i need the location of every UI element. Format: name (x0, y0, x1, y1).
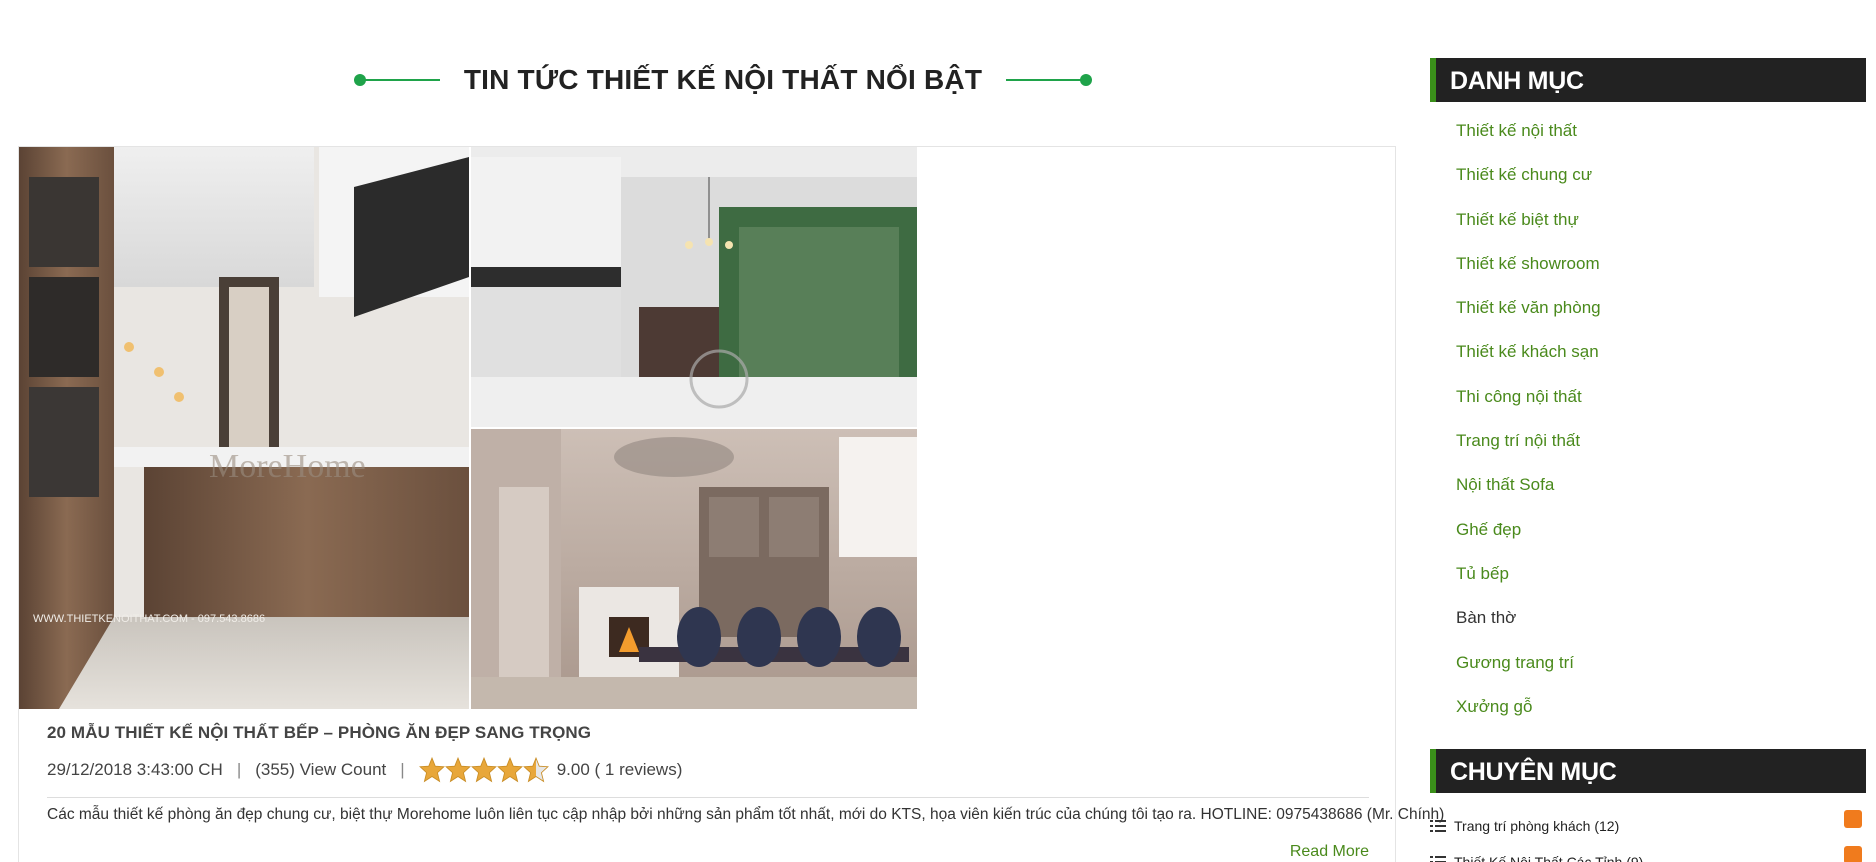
category-item: Bàn thờ (1456, 603, 1601, 647)
category-link-xuong-go[interactable]: Xưởng gỗ (1456, 697, 1532, 716)
category-link-ban-tho[interactable]: Bàn thờ (1456, 608, 1516, 627)
heading-decoration-right-icon (1006, 74, 1093, 86)
category-item: Thiết kế chung cư (1456, 160, 1601, 204)
post-thumbnail-image: MoreHome WWW.THIETKENOITHAT.COM - 097.54… (19, 147, 917, 709)
topic-item[interactable]: Trang trí phòng khách (12) (1430, 808, 1866, 844)
post-meta: 29/12/2018 3:43:00 CH | (355) View Count… (47, 757, 1369, 783)
danh-muc-title: DANH MỤC (1430, 58, 1866, 102)
category-item: Thi công nội thất (1456, 382, 1601, 426)
category-link-noi-that-sofa[interactable]: Nội thất Sofa (1456, 475, 1554, 494)
category-item: Nội thất Sofa (1456, 470, 1601, 514)
category-link-thiet-ke-biet-thu[interactable]: Thiết kế biệt thự (1456, 210, 1579, 229)
read-more-link[interactable]: Read More (1290, 843, 1369, 861)
list-icon (1430, 820, 1446, 832)
star-icon (444, 757, 471, 783)
list-icon (1430, 856, 1446, 862)
category-item: Thiết kế nội thất (1456, 116, 1601, 160)
category-link-trang-tri-noi-that[interactable]: Trang trí nội thất (1456, 431, 1580, 450)
category-link-thi-cong-noi-that[interactable]: Thi công nội thất (1456, 387, 1582, 406)
rss-icon[interactable] (1844, 846, 1862, 862)
category-item: Thiết kế showroom (1456, 249, 1601, 293)
post-excerpt: Các mẫu thiết kế phòng ăn đẹp chung cư, … (47, 806, 1445, 823)
sidebar: DANH MỤC Thiết kế nội thất Thiết kế chun… (1430, 0, 1866, 862)
star-icon (418, 757, 445, 783)
heading-decoration-left-icon (353, 74, 440, 86)
category-link-ghe-dep[interactable]: Ghế đẹp (1456, 520, 1521, 539)
category-list: Thiết kế nội thất Thiết kế chung cư Thiế… (1456, 116, 1601, 736)
meta-separator: | (400, 760, 405, 779)
main-content: TIN TỨC THIẾT KẾ NỘI THẤT NỔI BẬT MoreHo… (18, 0, 1445, 862)
category-item: Trang trí nội thất (1456, 426, 1601, 470)
category-item: Thiết kế văn phòng (1456, 293, 1601, 337)
category-link-tu-bep[interactable]: Tủ bếp (1456, 564, 1509, 583)
topic-label: Trang trí phòng khách (12) (1454, 818, 1620, 834)
category-item: Gương trang trí (1456, 648, 1601, 692)
category-link-thiet-ke-van-phong[interactable]: Thiết kế văn phòng (1456, 298, 1601, 317)
featured-post-card: MoreHome WWW.THIETKENOITHAT.COM - 097.54… (18, 146, 1445, 862)
section-heading: TIN TỨC THIẾT KẾ NỘI THẤT NỔI BẬT (353, 58, 1093, 102)
section-title: TIN TỨC THIẾT KẾ NỘI THẤT NỔI BẬT (463, 64, 983, 95)
chuyen-muc-title: CHUYÊN MỤC (1430, 749, 1866, 793)
post-title-link[interactable]: 20 MẪU THIẾT KẾ NỘI THẤT BẾP – PHÒNG ĂN … (47, 723, 591, 742)
rating-stars[interactable] (418, 757, 549, 783)
star-icon (470, 757, 497, 783)
category-item: Xưởng gỗ (1456, 692, 1601, 736)
category-link-thiet-ke-khach-san[interactable]: Thiết kế khách sạn (1456, 342, 1599, 361)
star-icon (522, 757, 549, 783)
post-body: 20 MẪU THIẾT KẾ NỘI THẤT BẾP – PHÒNG ĂN … (47, 723, 1445, 860)
meta-separator: | (236, 760, 242, 779)
post-date: 29/12/2018 3:43:00 CH (47, 760, 223, 779)
post-thumbnail[interactable]: MoreHome WWW.THIETKENOITHAT.COM - 097.54… (19, 147, 919, 709)
category-link-guong-trang-tri[interactable]: Gương trang trí (1456, 653, 1574, 672)
category-item: Thiết kế biệt thự (1456, 205, 1601, 249)
category-link-thiet-ke-chung-cu[interactable]: Thiết kế chung cư (1456, 165, 1592, 184)
topic-item[interactable]: Thiết Kế Nội Thất Các Tỉnh (9) (1430, 844, 1866, 862)
category-item: Tủ bếp (1456, 559, 1601, 603)
topic-list: Trang trí phòng khách (12) Thiết Kế Nội … (1430, 808, 1866, 862)
rss-icon[interactable] (1844, 810, 1862, 828)
post-divider (47, 797, 1369, 798)
category-item: Ghế đẹp (1456, 515, 1601, 559)
rating-text: 9.00 ( 1 reviews) (556, 760, 683, 779)
star-icon (496, 757, 523, 783)
category-link-thiet-ke-noi-that[interactable]: Thiết kế nội thất (1456, 121, 1577, 140)
image-watermark: MoreHome (209, 448, 366, 485)
category-item: Thiết kế khách sạn (1456, 337, 1601, 381)
image-website-text: WWW.THIETKENOITHAT.COM - 097.543.8686 (33, 613, 265, 625)
post-view-count: (355) View Count (255, 760, 387, 779)
category-link-thiet-ke-showroom[interactable]: Thiết kế showroom (1456, 254, 1600, 273)
topic-label: Thiết Kế Nội Thất Các Tỉnh (9) (1454, 854, 1644, 862)
